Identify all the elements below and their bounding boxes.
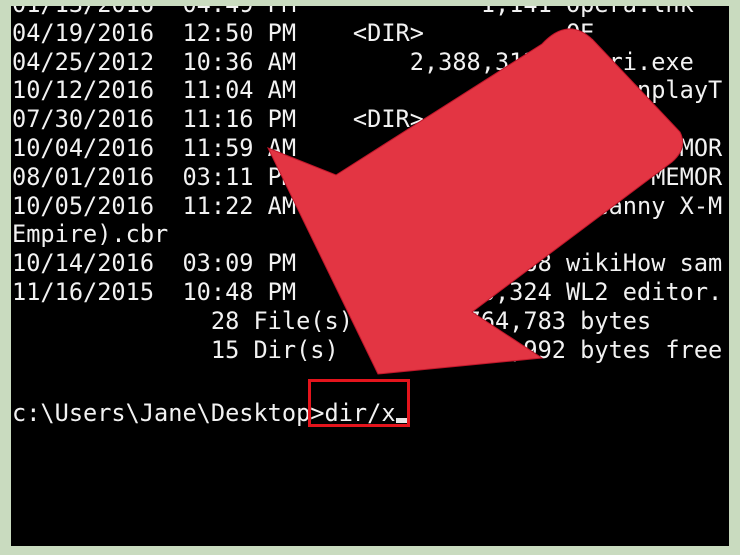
red-arrow-icon — [266, 28, 684, 375]
highlight-box — [308, 379, 410, 427]
